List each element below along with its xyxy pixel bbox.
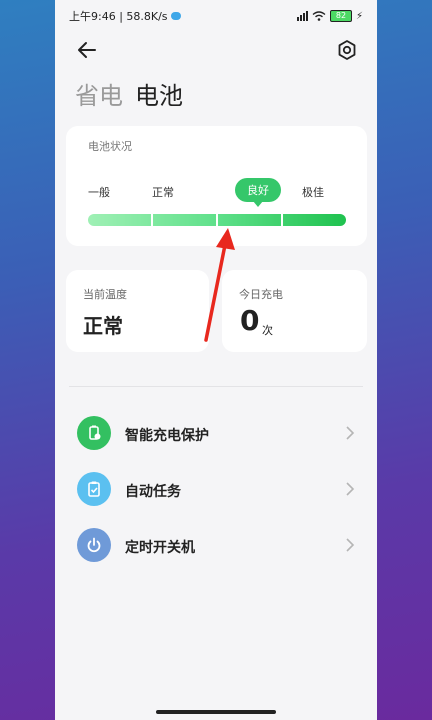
signal-icon [296, 11, 308, 21]
charging-bolt-icon: ⚡ [355, 10, 363, 22]
battery-level-text: 82 [335, 11, 347, 20]
menu-item-scheduled-power[interactable]: 定时开关机 [55, 522, 377, 570]
battery-status-title: 电池状况 [88, 140, 132, 153]
section-divider [69, 386, 363, 387]
meter-segment [283, 214, 346, 226]
menu-item-smart-charging[interactable]: 智能充电保护 [55, 410, 377, 458]
tab-row: 省电 电池 [75, 76, 183, 111]
battery-icon: 82 [329, 10, 352, 22]
level-good-badge: 良好 [235, 178, 281, 202]
charging-label: 今日充电 [239, 288, 283, 301]
temperature-label: 当前温度 [83, 288, 127, 301]
menu-item-auto-tasks[interactable]: 自动任务 [55, 466, 377, 514]
status-bar: 上午9:46 | 58.8K/s 82 ⚡ [55, 0, 377, 32]
chevron-right-icon [346, 482, 355, 496]
charging-unit: 次 [262, 324, 273, 337]
cloud-icon [170, 12, 181, 20]
settings-gear-icon[interactable] [335, 38, 359, 62]
chevron-right-icon [346, 426, 355, 440]
level-normal: 正常 [152, 186, 174, 199]
charging-count: 0 [240, 304, 260, 337]
battery-shield-icon [77, 416, 111, 450]
temperature-card[interactable]: 当前温度 正常 [66, 270, 209, 352]
battery-level-scale: 一般 正常 良好 极佳 [88, 178, 346, 214]
chevron-right-icon [346, 538, 355, 552]
tab-power-saving[interactable]: 省电 [75, 76, 123, 111]
home-indicator [156, 710, 276, 714]
phone-screen: 上午9:46 | 58.8K/s 82 ⚡ 省电 电池 电池状况 一般 正常 良… [55, 0, 377, 720]
tab-battery[interactable]: 电池 [135, 76, 183, 111]
menu-label: 定时开关机 [125, 540, 195, 556]
power-icon [77, 528, 111, 562]
meter-segment [218, 214, 283, 226]
top-bar [55, 36, 377, 62]
back-arrow-icon[interactable] [75, 38, 99, 62]
menu-label: 自动任务 [125, 484, 181, 500]
menu-label: 智能充电保护 [125, 428, 209, 444]
charging-card[interactable]: 今日充电 0 次 [222, 270, 367, 352]
wifi-icon [312, 11, 326, 21]
status-time-speed: 上午9:46 | 58.8K/s [69, 10, 168, 23]
battery-health-meter [88, 214, 346, 226]
clipboard-check-icon [77, 472, 111, 506]
meter-segment [153, 214, 218, 226]
battery-status-card: 电池状况 一般 正常 良好 极佳 [66, 126, 367, 246]
temperature-value: 正常 [83, 314, 123, 338]
meter-segment [88, 214, 153, 226]
level-average: 一般 [88, 186, 110, 199]
level-excellent: 极佳 [302, 186, 324, 199]
